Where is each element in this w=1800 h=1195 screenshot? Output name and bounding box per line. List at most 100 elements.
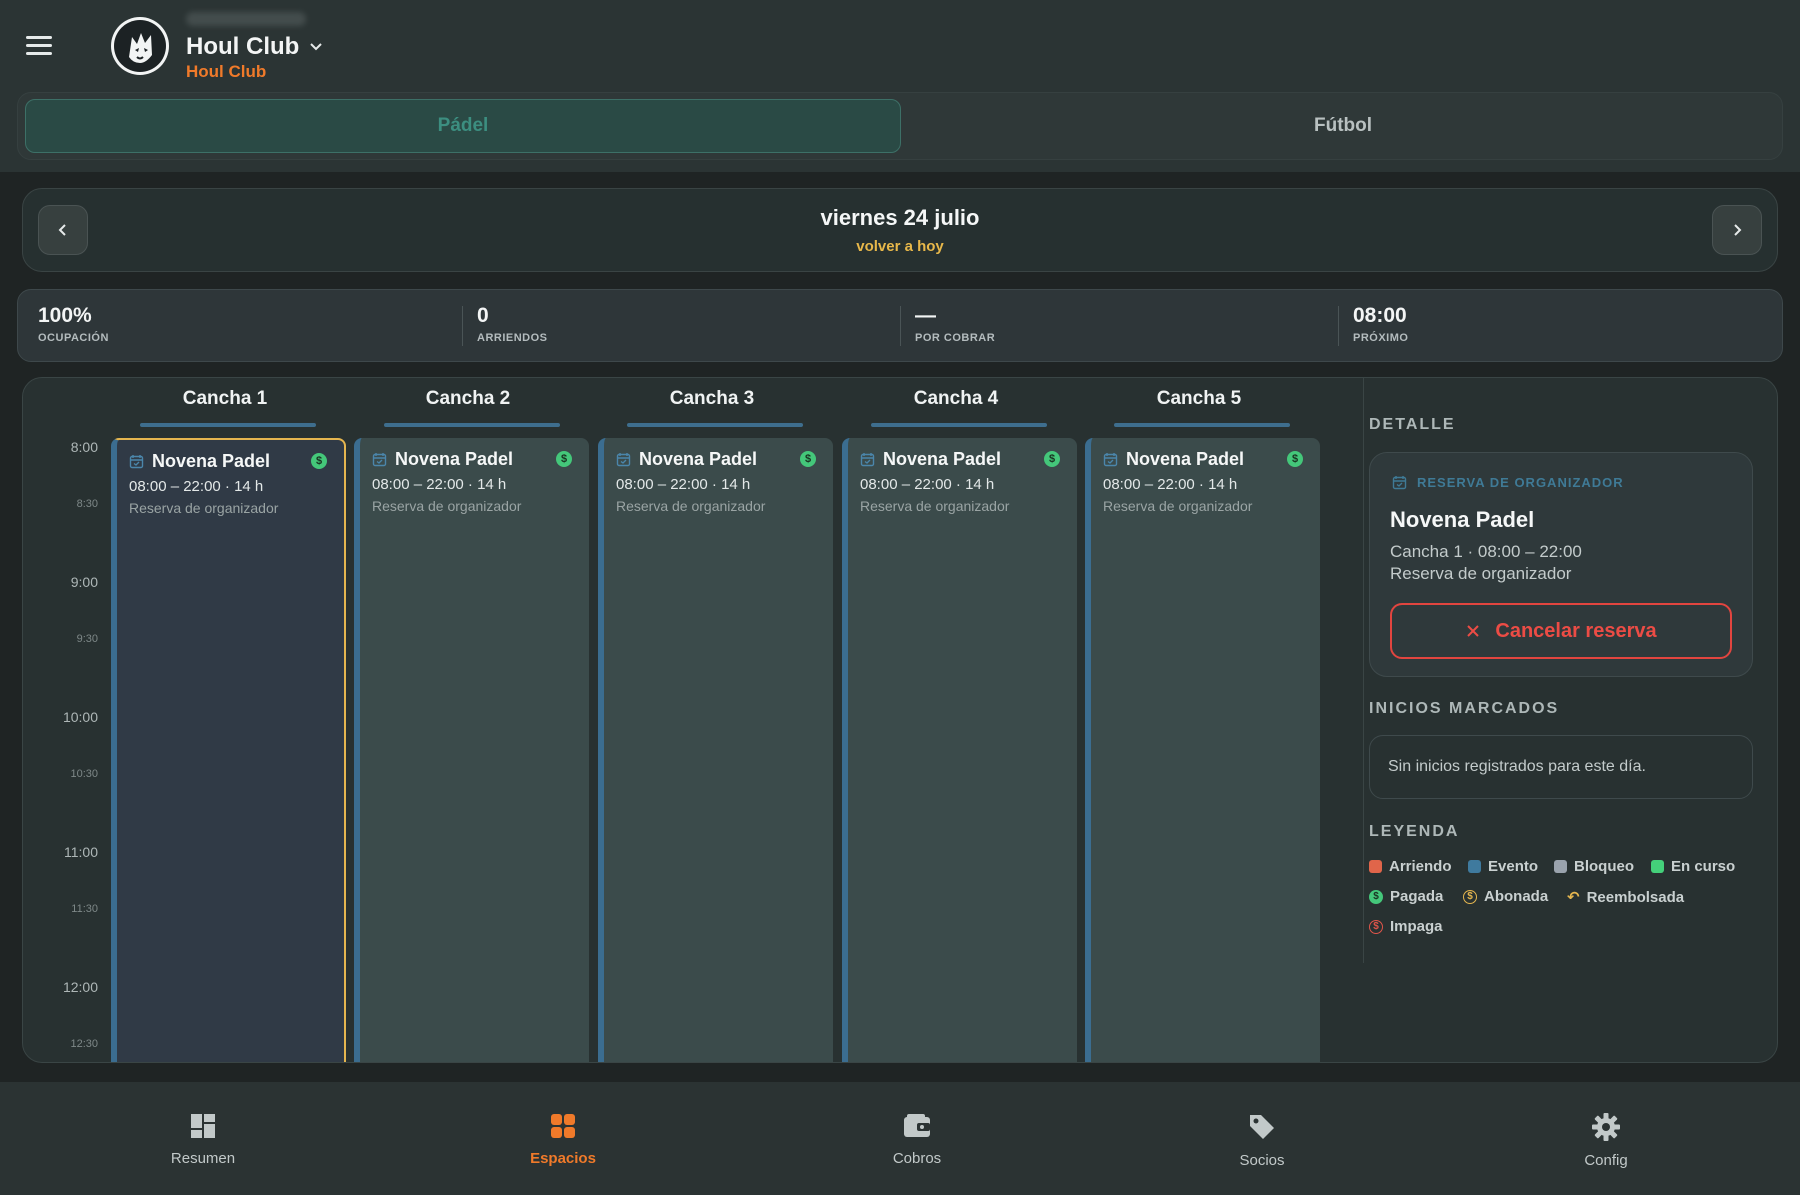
booking-card-court-1[interactable]: Novena Padel $ 08:00 – 22:00 · 14 h Rese…: [111, 438, 346, 1062]
nav-espacios[interactable]: Espacios: [493, 1112, 633, 1167]
legend-label: Reembolsada: [1586, 888, 1685, 906]
next-day-button[interactable]: [1712, 205, 1762, 255]
sport-tabs: Pádel Fútbol: [17, 92, 1783, 160]
back-to-today-link[interactable]: volver a hoy: [856, 238, 944, 255]
stat-label: OCUPACIÓN: [38, 332, 109, 344]
time-label: 8:00: [70, 439, 98, 455]
stat-label: PRÓXIMO: [1353, 332, 1409, 344]
court-header-1: Cancha 1: [182, 388, 268, 409]
time-label: 11:30: [71, 903, 98, 915]
bottom-navigation: Resumen Espacios Cobros Socios Config: [0, 1082, 1800, 1195]
legend-deposit: $ Abonada: [1463, 888, 1548, 905]
stat-value: —: [915, 304, 936, 327]
legend-swatch: [1468, 860, 1481, 873]
calendar-check-icon: [860, 453, 875, 467]
deposit-dollar-icon: $: [1463, 889, 1477, 904]
stat-next: 08:00 PRÓXIMO: [1353, 304, 1408, 344]
court-header-underline: [384, 423, 560, 427]
booking-time: 08:00 – 22:00 · 14 h: [860, 476, 995, 493]
booking-header: Novena Padel: [129, 451, 270, 472]
nav-socios[interactable]: Socios: [1192, 1112, 1332, 1169]
menu-icon-line: [26, 52, 52, 55]
time-label: 9:00: [70, 574, 98, 590]
booking-name: Novena Padel: [395, 449, 514, 469]
menu-button[interactable]: [22, 30, 58, 62]
booking-card-court-2[interactable]: Novena Padel $ 08:00 – 22:00 · 14 h Rese…: [354, 438, 589, 1062]
chevron-down-icon: [310, 43, 323, 51]
menu-icon-line: [26, 44, 52, 47]
court-header-4: Cancha 4: [913, 388, 999, 409]
booking-time: 08:00 – 22:00 · 14 h: [129, 478, 264, 495]
cancel-booking-button[interactable]: Cancelar reserva: [1390, 603, 1732, 659]
nav-config[interactable]: Config: [1536, 1112, 1676, 1169]
calendar-panel: Cancha 1 Cancha 2 Cancha 3 Cancha 4 Canc…: [22, 377, 1778, 1063]
club-subtitle: Houl Club: [186, 62, 267, 81]
booking-description: Reserva de organizador: [1103, 498, 1253, 514]
calendar-check-icon: [372, 453, 387, 467]
time-label: 10:00: [62, 709, 98, 725]
grid-icon: [551, 1114, 575, 1138]
club-name: Houl Club: [186, 33, 300, 60]
nav-label: Espacios: [530, 1150, 596, 1167]
detail-section-title: DETALLE: [1369, 416, 1456, 433]
court-header-underline: [140, 423, 316, 427]
detail-court-time: Cancha 1 · 08:00 – 22:00: [1390, 542, 1582, 561]
legend-block: Bloqueo: [1554, 858, 1634, 875]
time-label: 10:30: [70, 768, 98, 780]
stat-value: 100%: [38, 304, 92, 327]
wolf-logo-icon: [114, 20, 166, 72]
calendar-check-icon: [1103, 453, 1118, 467]
menu-icon-line: [26, 36, 52, 39]
time-label: 12:00: [62, 979, 98, 995]
court-header-5: Cancha 5: [1156, 388, 1242, 409]
booking-detail-card: RESERVA DE ORGANIZADOR Novena Padel Canc…: [1369, 452, 1753, 677]
booking-time: 08:00 – 22:00 · 14 h: [372, 476, 507, 493]
stat-divider: [900, 306, 901, 346]
booking-card-court-4[interactable]: Novena Padel $ 08:00 – 22:00 · 14 h Rese…: [842, 438, 1077, 1062]
time-label: 9:30: [76, 633, 98, 645]
date-title: viernes 24 julio: [820, 205, 980, 230]
legend-unpaid: $ Impaga: [1369, 918, 1443, 935]
chevron-right-icon: [1734, 224, 1742, 236]
stat-rentals: 0 ARRIENDOS: [477, 304, 548, 344]
court-header-underline: [1114, 423, 1290, 427]
nav-label: Socios: [1239, 1152, 1285, 1169]
booking-header: Novena Padel: [1103, 449, 1244, 470]
stat-label: POR COBRAR: [915, 332, 996, 344]
stat-label: ARRIENDOS: [477, 332, 548, 344]
club-selector[interactable]: Houl Club: [186, 33, 323, 61]
nav-cobros[interactable]: Cobros: [847, 1112, 987, 1167]
legend-label: Arriendo: [1389, 858, 1452, 875]
legend-label: Pagada: [1390, 888, 1444, 905]
booking-header: Novena Padel: [860, 449, 1001, 470]
nav-label: Cobros: [892, 1150, 942, 1167]
booking-header: Novena Padel: [616, 449, 757, 470]
cancel-booking-label: Cancelar reserva: [1495, 619, 1657, 642]
stat-to-collect: — POR COBRAR: [915, 304, 995, 344]
gear-icon: [1592, 1113, 1620, 1141]
paid-badge-icon: $: [556, 451, 572, 467]
booking-name: Novena Padel: [1126, 449, 1245, 469]
nav-resumen[interactable]: Resumen: [133, 1112, 273, 1167]
legend-label: Evento: [1488, 858, 1539, 875]
inicios-empty-state: Sin inicios registrados para este día.: [1369, 735, 1753, 799]
legend-swatch: [1651, 860, 1664, 873]
tab-padel[interactable]: Pádel: [25, 99, 901, 153]
calendar-check-icon: [129, 455, 144, 469]
legend-label: Abonada: [1484, 888, 1549, 905]
club-logo[interactable]: [111, 17, 169, 75]
tag-icon: [1250, 1115, 1274, 1139]
legend-label: Bloqueo: [1574, 858, 1634, 875]
stats-bar: 100% OCUPACIÓN 0 ARRIENDOS — POR COBRAR …: [17, 289, 1783, 362]
booking-card-court-3[interactable]: Novena Padel $ 08:00 – 22:00 · 14 h Rese…: [598, 438, 833, 1062]
legend-in-progress: En curso: [1651, 858, 1735, 875]
legend-rental: Arriendo: [1369, 858, 1452, 875]
booking-time: 08:00 – 22:00 · 14 h: [616, 476, 751, 493]
dashboard-icon: [191, 1114, 215, 1138]
tab-futbol[interactable]: Fútbol: [909, 99, 1777, 153]
legend-label: Impaga: [1390, 918, 1443, 935]
legend-label: En curso: [1671, 858, 1736, 875]
nav-label: Config: [1584, 1152, 1628, 1169]
court-header-underline: [627, 423, 803, 427]
booking-card-court-5[interactable]: Novena Padel $ 08:00 – 22:00 · 14 h Rese…: [1085, 438, 1320, 1062]
